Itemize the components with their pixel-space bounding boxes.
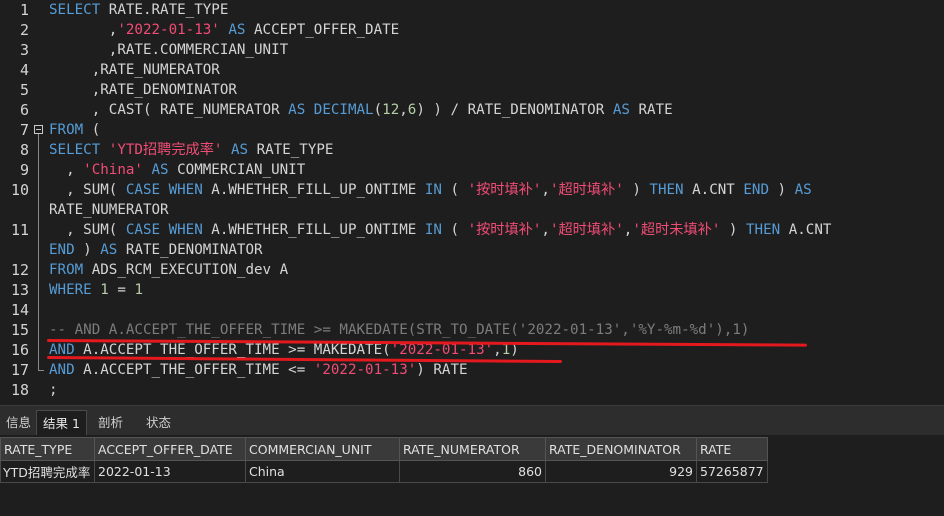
result-tab-bar: 信息 结果 1 剖析 状态 (0, 405, 944, 436)
code-text: SELECT RATE.RATE_TYPE (49, 2, 229, 18)
code-text: ,RATE.COMMERCIAN_UNIT (49, 42, 289, 58)
tab-status[interactable]: 状态 (140, 410, 177, 435)
code-text: , CAST( RATE_NUMERATOR AS DECIMAL(12,6) … (49, 102, 673, 118)
code-line: 17 AND A.ACCEPT_THE_OFFER_TIME <= '2022-… (0, 360, 944, 380)
tab-result-1[interactable]: 结果 1 (36, 410, 87, 435)
code-line-wrap: END ) AS RATE_DENOMINATOR (0, 240, 944, 260)
fold-guide (38, 134, 39, 370)
code-text: ,RATE_NUMERATOR (49, 62, 220, 78)
fold-end-marker (34, 360, 46, 380)
line-number: 16 (10, 341, 29, 359)
code-text: FROM ADS_RCM_EXECUTION_dev A (49, 262, 289, 278)
code-text: SELECT 'YTD招聘完成率' AS RATE_TYPE (49, 142, 334, 158)
table-cell[interactable]: China (245, 460, 400, 483)
code-line: 1 SELECT RATE.RATE_TYPE (0, 0, 944, 20)
code-line: 3 ,RATE.COMMERCIAN_UNIT (0, 40, 944, 60)
column-header[interactable]: RATE_TYPE (0, 437, 95, 461)
code-text: ,'2022-01-13' AS ACCEPT_OFFER_DATE (49, 22, 400, 38)
code-line: 13 WHERE 1 = 1 (0, 280, 944, 300)
result-grid[interactable]: RATE_TYPE ACCEPT_OFFER_DATE COMMERCIAN_U… (0, 435, 944, 516)
table-cell[interactable]: 2022-01-13 (94, 460, 246, 483)
code-line: 8 SELECT 'YTD招聘完成率' AS RATE_TYPE (0, 140, 944, 160)
code-line: 12 FROM ADS_RCM_EXECUTION_dev A (0, 260, 944, 280)
table-cell[interactable]: 57265877 (696, 460, 768, 483)
code-line: 15 -- AND A.ACCEPT_THE_OFFER_TIME >= MAK… (0, 320, 944, 340)
tab-info[interactable]: 信息 (0, 410, 37, 435)
line-number: 18 (10, 381, 29, 399)
line-number: 3 (19, 41, 29, 59)
sql-editor[interactable]: 1 SELECT RATE.RATE_TYPE 2 ,'2022-01-13' … (0, 0, 944, 405)
code-line: 7 FROM ( (0, 120, 944, 140)
line-number: 2 (19, 21, 29, 39)
line-number: 4 (19, 61, 29, 79)
line-number: 9 (19, 161, 29, 179)
line-number: 10 (10, 181, 29, 199)
column-header[interactable]: COMMERCIAN_UNIT (245, 437, 400, 461)
code-text: ,RATE_DENOMINATOR (49, 82, 237, 98)
code-text: FROM ( (49, 122, 101, 138)
result-table: RATE_TYPE ACCEPT_OFFER_DATE COMMERCIAN_U… (0, 437, 768, 483)
line-number: 1 (19, 1, 29, 19)
code-text: WHERE 1 = 1 (49, 282, 143, 298)
code-text: END ) AS RATE_DENOMINATOR (49, 242, 263, 258)
line-number: 5 (19, 81, 29, 99)
code-line: 5 ,RATE_DENOMINATOR (0, 80, 944, 100)
line-number: 8 (19, 141, 29, 159)
column-header[interactable]: RATE_DENOMINATOR (545, 437, 697, 461)
code-line: 14 (0, 300, 944, 320)
code-line: 6 , CAST( RATE_NUMERATOR AS DECIMAL(12,6… (0, 100, 944, 120)
code-text: RATE_NUMERATOR (49, 202, 169, 218)
code-line: 9 , 'China' AS COMMERCIAN_UNIT (0, 160, 944, 180)
table-header-row: RATE_TYPE ACCEPT_OFFER_DATE COMMERCIAN_U… (0, 437, 768, 461)
code-line: 2 ,'2022-01-13' AS ACCEPT_OFFER_DATE (0, 20, 944, 40)
column-header[interactable]: ACCEPT_OFFER_DATE (94, 437, 246, 461)
column-header[interactable]: RATE_NUMERATOR (399, 437, 546, 461)
code-line: 11 , SUM( CASE WHEN A.WHETHER_FILL_UP_ON… (0, 220, 944, 240)
table-cell[interactable]: 929 (545, 460, 697, 483)
line-number: 6 (19, 101, 29, 119)
line-number: 14 (10, 301, 29, 319)
table-row[interactable]: YTD招聘完成率 2022-01-13 China 860 929 572658… (0, 460, 768, 483)
code-text: AND A.ACCEPT_THE_OFFER_TIME <= '2022-01-… (49, 362, 468, 378)
code-line: 4 ,RATE_NUMERATOR (0, 60, 944, 80)
code-text: , SUM( CASE WHEN A.WHETHER_FILL_UP_ONTIM… (49, 182, 812, 198)
line-number: 11 (10, 221, 29, 239)
code-comment: -- AND A.ACCEPT_THE_OFFER_TIME >= MAKEDA… (49, 322, 750, 338)
table-cell[interactable]: YTD招聘完成率 (0, 460, 95, 483)
line-number: 15 (10, 321, 29, 339)
tab-profile[interactable]: 剖析 (92, 410, 129, 435)
column-header[interactable]: RATE (696, 437, 768, 461)
line-number: 17 (10, 361, 29, 379)
line-number: 13 (10, 281, 29, 299)
fold-toggle-icon[interactable] (34, 120, 46, 140)
line-number: 7 (19, 121, 29, 139)
table-cell[interactable]: 860 (399, 460, 546, 483)
code-line: 18 ; (0, 380, 944, 400)
code-text: ; (49, 382, 58, 398)
line-number: 12 (10, 261, 29, 279)
code-text: , 'China' AS COMMERCIAN_UNIT (49, 162, 306, 178)
code-line-wrap: RATE_NUMERATOR (0, 200, 944, 220)
code-line: 10 , SUM( CASE WHEN A.WHETHER_FILL_UP_ON… (0, 180, 944, 200)
code-text: , SUM( CASE WHEN A.WHETHER_FILL_UP_ONTIM… (49, 222, 832, 238)
